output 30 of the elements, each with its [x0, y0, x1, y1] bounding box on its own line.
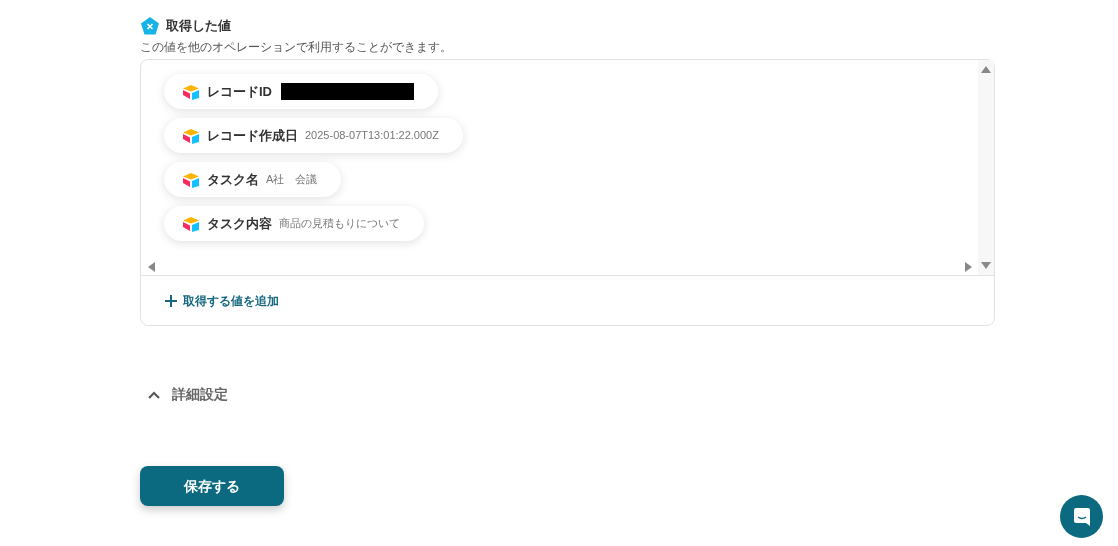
- box-logo-icon: [182, 171, 200, 188]
- chat-button[interactable]: [1060, 495, 1103, 538]
- value-chip[interactable]: タスク名 A社 会議: [164, 162, 342, 197]
- scroll-left-icon[interactable]: [148, 262, 155, 272]
- advanced-settings-toggle[interactable]: 詳細設定: [148, 384, 228, 405]
- value-text: A社 会議: [266, 172, 318, 188]
- section-title: 取得した値: [166, 17, 231, 36]
- box-logo-icon: [182, 215, 200, 232]
- value-text: 2025-08-07T13:01:22.000Z: [305, 128, 439, 144]
- value-label: レコード作成日: [207, 126, 298, 145]
- value-text: 商品の見積もりについて: [279, 216, 400, 232]
- box-logo-icon: [182, 83, 200, 100]
- plus-icon: [165, 294, 177, 307]
- value-label: タスク名: [207, 170, 259, 189]
- box-logo-icon: [182, 127, 200, 144]
- save-button[interactable]: 保存する: [140, 466, 284, 506]
- value-chip[interactable]: タスク内容 商品の見積もりについて: [164, 206, 424, 241]
- scroll-down-icon[interactable]: [981, 262, 991, 269]
- section-description: この値を他のオペレーションで利用することができます。: [140, 40, 453, 55]
- add-value-button[interactable]: 取得する値を追加: [165, 291, 279, 310]
- chevron-icon: [148, 390, 160, 399]
- chat-icon: [1072, 506, 1091, 527]
- variable-icon: [140, 16, 160, 36]
- value-chip[interactable]: レコード作成日 2025-08-07T13:01:22.000Z: [164, 118, 463, 153]
- scroll-right-icon[interactable]: [965, 262, 972, 272]
- vertical-scrollbar[interactable]: [978, 60, 994, 275]
- value-chip[interactable]: レコードID: [164, 74, 438, 109]
- value-label: タスク内容: [207, 214, 272, 233]
- scroll-up-icon[interactable]: [981, 66, 991, 73]
- value-label: レコードID: [207, 82, 272, 101]
